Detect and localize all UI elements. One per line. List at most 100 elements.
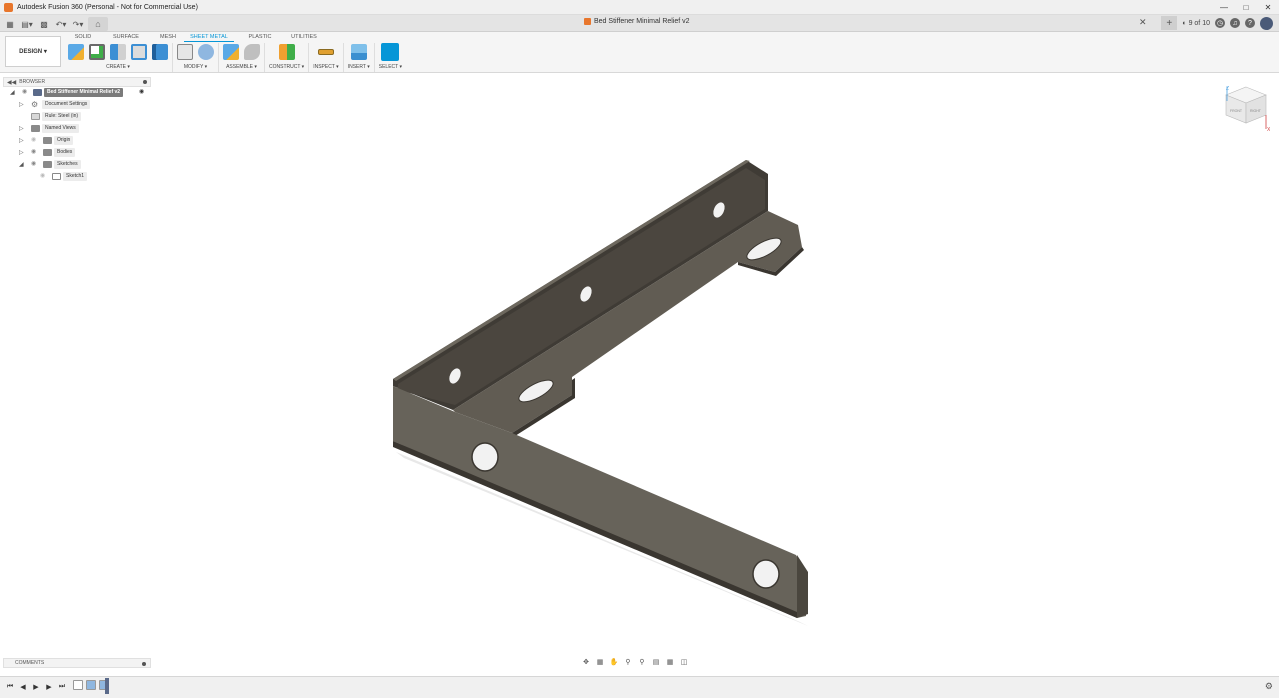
create-sketch-icon[interactable]: [89, 44, 105, 60]
clock-icon[interactable]: ◷: [1215, 18, 1225, 28]
viewport[interactable]: [0, 0, 1279, 698]
tree-item-root[interactable]: ◢ ◉ Bed Stiffener Minimal Relief v2 ◉: [3, 87, 151, 99]
orbit-icon[interactable]: ✥: [581, 657, 591, 666]
undo-icon[interactable]: ↶▾: [54, 18, 68, 30]
tab-surface[interactable]: SURFACE: [100, 33, 152, 42]
eye-hidden-icon[interactable]: ◉: [31, 137, 39, 144]
sketch-icon: [52, 173, 61, 180]
offset-plane-icon[interactable]: [278, 44, 295, 60]
tree-item-rule[interactable]: Rule: Steel (in): [3, 111, 151, 123]
new-tab-plus-icon[interactable]: +: [1161, 16, 1178, 30]
go-to-end-icon[interactable]: ⏭: [57, 681, 67, 692]
document-tab[interactable]: Bed Stiffener Minimal Relief v2: [584, 18, 690, 25]
browser-pin-icon[interactable]: [143, 80, 147, 84]
tab-plastic[interactable]: PLASTIC: [234, 33, 286, 42]
browser-header[interactable]: ◀◀ BROWSER: [3, 77, 151, 87]
look-at-icon[interactable]: ▦: [595, 657, 605, 666]
tab-solid[interactable]: SOLID: [66, 33, 100, 42]
select-menu[interactable]: SELECT ▾: [379, 64, 402, 70]
eye-icon[interactable]: ◉: [22, 89, 30, 96]
zoom-window-icon[interactable]: ⚲: [637, 657, 647, 666]
viewcube[interactable]: Z X FRONT RIGHT: [1222, 85, 1271, 135]
comments-add-icon[interactable]: [142, 662, 146, 666]
measure-icon[interactable]: [317, 49, 334, 55]
save-icon[interactable]: ▩: [37, 18, 51, 30]
avatar[interactable]: [1260, 16, 1273, 30]
expand-triangle-icon[interactable]: ◢: [10, 90, 15, 96]
flange-icon[interactable]: [110, 44, 126, 60]
maximize-icon[interactable]: □: [1235, 0, 1257, 15]
close-icon[interactable]: ✕: [1257, 0, 1279, 15]
data-panel-grid-icon[interactable]: ▦: [3, 18, 17, 30]
job-status[interactable]: ◐ 9 of 10: [1182, 20, 1210, 27]
expand-triangle-icon[interactable]: ▷: [19, 150, 24, 156]
new-component-icon[interactable]: [68, 44, 84, 60]
grid-settings-icon[interactable]: ▦: [665, 657, 675, 666]
go-to-start-icon[interactable]: ⏮: [5, 681, 15, 692]
tree-item-origin[interactable]: ▷ ◉ Origin: [3, 135, 151, 147]
timeline-sketch-icon[interactable]: [73, 680, 83, 690]
file-menu-icon[interactable]: ▤▾: [20, 18, 34, 30]
select-icon[interactable]: [381, 43, 400, 61]
joint-icon[interactable]: [244, 44, 260, 60]
insert-image-icon[interactable]: [350, 44, 367, 60]
timeline-settings-gear-icon[interactable]: ⚙: [1265, 681, 1273, 692]
eye-icon[interactable]: ◉: [31, 149, 39, 156]
step-forward-icon[interactable]: ▶: [44, 681, 54, 692]
help-icon[interactable]: ?: [1245, 18, 1255, 28]
insert-menu[interactable]: INSERT ▾: [348, 64, 370, 70]
hole-icon: [713, 202, 725, 218]
notification-bell-icon[interactable]: ♫: [1230, 18, 1240, 28]
document-tab-close-icon[interactable]: ✕: [1139, 17, 1147, 28]
inspect-menu[interactable]: INSPECT ▾: [313, 64, 338, 70]
collapse-arrows-icon[interactable]: ◀◀: [7, 79, 16, 86]
timeline-controls: ⏮ ◀ ▶ ▶ ⏭: [5, 681, 67, 692]
unfold-icon[interactable]: [177, 44, 193, 60]
eye-icon[interactable]: ◉: [31, 161, 39, 168]
expand-triangle-icon[interactable]: ▷: [19, 102, 24, 108]
extrude-icon[interactable]: [152, 44, 168, 60]
play-icon[interactable]: ▶: [31, 681, 41, 692]
create-menu[interactable]: CREATE ▾: [106, 64, 130, 70]
redo-icon[interactable]: ↷▾: [71, 18, 85, 30]
zoom-icon[interactable]: ⚲: [623, 657, 633, 666]
modify-menu[interactable]: MODIFY ▾: [184, 64, 207, 70]
hole-icon: [752, 559, 780, 589]
construct-menu[interactable]: CONSTRUCT ▾: [269, 64, 304, 70]
tree-item-label: Bodies: [54, 148, 76, 157]
workspace-switcher[interactable]: DESIGN ▾: [5, 36, 61, 67]
tab-mesh[interactable]: MESH: [152, 33, 184, 42]
tree-item-label: Document Settings: [42, 100, 91, 109]
viewports-icon[interactable]: ◫: [679, 657, 689, 666]
assemble-menu[interactable]: ASSEMBLE ▾: [226, 64, 257, 70]
expand-triangle-icon[interactable]: ▷: [19, 126, 24, 132]
tree-item-bodies[interactable]: ▷ ◉ Bodies: [3, 147, 151, 159]
quick-access-toolbar: ▦ ▤▾ ▩ ↶▾ ↷▾ ⌂ Bed Stiffener Minimal Rel…: [0, 15, 1279, 32]
inspect-group: INSPECT ▾: [309, 43, 344, 72]
display-settings-icon[interactable]: ▤: [651, 657, 661, 666]
tree-item-sketch1[interactable]: ◉ Sketch1: [3, 171, 151, 183]
tab-utilities[interactable]: UTILITIES: [286, 33, 322, 42]
bracket-model[interactable]: [393, 160, 808, 626]
minimize-icon[interactable]: —: [1213, 0, 1235, 15]
pan-hand-icon[interactable]: ✋: [609, 657, 619, 666]
eye-hidden-icon[interactable]: ◉: [40, 173, 48, 180]
lower-flange-end-edge: [797, 555, 808, 618]
comments-panel[interactable]: COMMENTS: [3, 658, 151, 668]
tab-sheet-metal[interactable]: SHEET METAL: [184, 33, 234, 42]
sheet-metal-rules-icon[interactable]: [131, 44, 147, 60]
tree-item-sketches[interactable]: ◢ ◉ Sketches: [3, 159, 151, 171]
tree-item-document-settings[interactable]: ▷ ⚙ Document Settings: [3, 99, 151, 111]
tree-item-named-views[interactable]: ▷ Named Views: [3, 123, 151, 135]
activate-radio-icon[interactable]: ◉: [139, 89, 147, 96]
home-icon[interactable]: ⌂: [88, 17, 108, 31]
timeline-marker[interactable]: [105, 678, 109, 694]
timeline-flange-icon[interactable]: [86, 680, 96, 690]
new-component-icon[interactable]: [223, 44, 239, 60]
step-back-icon[interactable]: ◀: [18, 681, 28, 692]
document-icon: [33, 89, 42, 96]
viewcube-front-label: FRONT: [1230, 109, 1243, 113]
expand-triangle-icon[interactable]: ◢: [19, 162, 24, 168]
expand-triangle-icon[interactable]: ▷: [19, 138, 24, 144]
press-pull-icon[interactable]: [198, 44, 214, 60]
